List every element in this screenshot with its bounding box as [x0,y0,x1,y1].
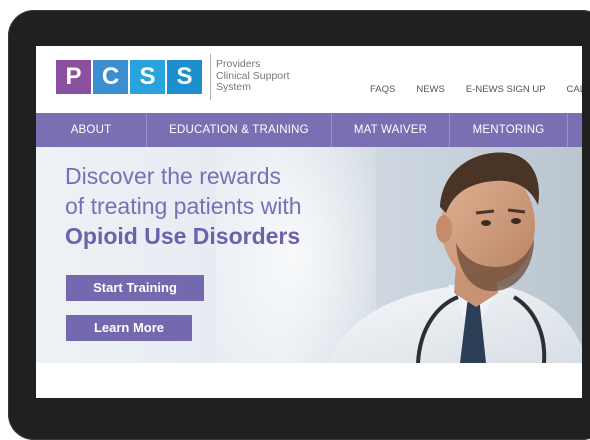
logo-subtitle-line1: Providers [216,58,261,70]
hero-headline-line2: of treating patients with [65,193,302,219]
learn-more-button[interactable]: Learn More [66,315,192,341]
pcss-logo[interactable]: P C S S [56,60,204,94]
nav-item-mentoring[interactable]: MENTORING [450,113,568,147]
link-faqs[interactable]: FAQS [370,84,395,95]
logo-letter-s1: S [130,60,165,94]
nav-item-education-training[interactable]: EDUCATION & TRAINING [147,113,332,147]
link-calendar[interactable]: CALEND [567,84,582,95]
logo-letter-s2: S [167,60,202,94]
nav-item-mat-waiver[interactable]: MAT WAIVER [332,113,450,147]
main-nav: ABOUT EDUCATION & TRAINING MAT WAIVER ME… [36,113,582,147]
utility-links: FAQS NEWS E-NEWS SIGN UP CALEND [370,84,582,95]
doctor-photo [328,152,582,363]
tablet-frame: P C S S Providers Clinical Support Syste… [8,10,590,440]
tablet-screen: P C S S Providers Clinical Support Syste… [36,46,582,398]
hero-headline-line1: Discover the rewards [65,163,282,189]
hero-headline: Discover the rewards of treating patient… [65,161,302,251]
site-header: P C S S Providers Clinical Support Syste… [36,46,582,113]
link-enews-signup[interactable]: E-NEWS SIGN UP [466,84,546,95]
link-news[interactable]: NEWS [416,84,445,95]
nav-item-about[interactable]: ABOUT [36,113,147,147]
logo-subtitle: Providers Clinical Support System [216,58,290,94]
page-below-hero [36,363,582,398]
hero-headline-line3: Opioid Use Disorders [65,223,301,249]
logo-letter-c: C [93,60,128,94]
logo-letter-p: P [56,60,91,94]
logo-subtitle-line3: System [216,81,252,93]
logo-divider [210,54,211,100]
hero-banner: Discover the rewards of treating patient… [36,147,582,363]
start-training-button[interactable]: Start Training [66,275,204,301]
